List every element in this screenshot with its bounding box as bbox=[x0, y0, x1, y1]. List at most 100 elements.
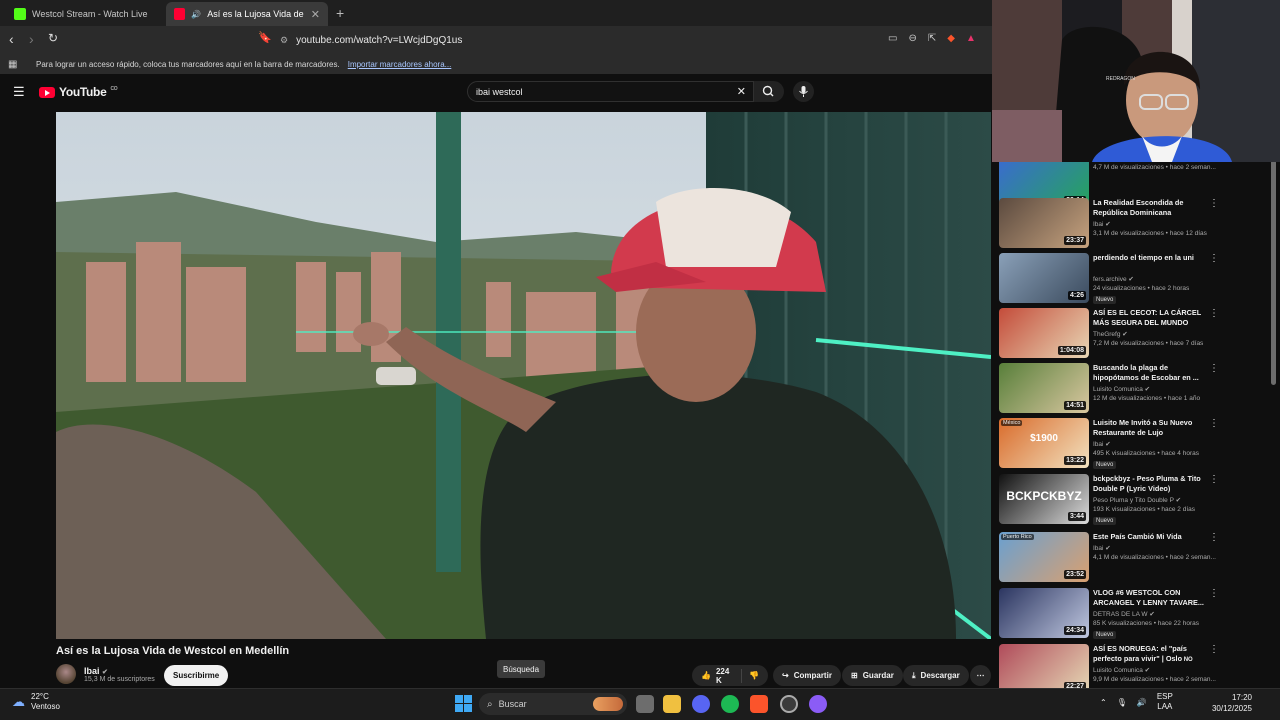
video-thumbnail[interactable]: 22:27 bbox=[999, 644, 1089, 688]
video-thumbnail[interactable]: BCKPCKBYZ 3:44 bbox=[999, 474, 1089, 524]
video-thumbnail[interactable]: 14:51 bbox=[999, 363, 1089, 413]
cast-icon[interactable]: ▭ bbox=[888, 33, 897, 44]
weather-widget[interactable]: ☁ 22°C Ventoso bbox=[12, 692, 60, 712]
video-thumbnail[interactable]: 24:34 bbox=[999, 588, 1089, 638]
more-actions-button[interactable]: ⋯ bbox=[970, 665, 991, 686]
more-options-icon[interactable]: ⋮ bbox=[1209, 588, 1219, 599]
video-thumbnail[interactable]: 4:26 bbox=[999, 253, 1089, 303]
spotify-icon[interactable] bbox=[721, 695, 739, 713]
channel-name[interactable]: Peso Pluma y Tito Double P ✔ bbox=[1093, 496, 1181, 504]
more-options-icon[interactable]: ⋮ bbox=[1209, 418, 1219, 429]
video-title[interactable]: ASÍ ES EL CECOT: LA CÁRCEL MÁS SEGURA DE… bbox=[1093, 308, 1211, 328]
channel-avatar[interactable] bbox=[56, 664, 76, 684]
video-player[interactable] bbox=[56, 112, 991, 639]
video-title[interactable]: bckpckbyz - Peso Pluma & Tito Double P (… bbox=[1093, 474, 1211, 494]
task-view-icon[interactable] bbox=[636, 695, 654, 713]
brave-browser-icon[interactable] bbox=[750, 695, 768, 713]
recommendation-card[interactable]: 4:26 perdiendo el tiempo en la uni ⋮ fers.a… bbox=[999, 253, 1274, 304]
more-options-icon[interactable]: ⋮ bbox=[1209, 532, 1219, 543]
channel-name[interactable]: fers.archive ✔ bbox=[1093, 275, 1134, 283]
like-count[interactable]: 224 K bbox=[716, 667, 734, 685]
voice-search-button[interactable] bbox=[793, 81, 814, 102]
download-button[interactable]: ⤓ Descargar bbox=[903, 665, 969, 686]
youtube-logo[interactable]: YouTube CO bbox=[39, 85, 118, 99]
tab-youtube-video[interactable]: 🔊 Así es la Lujosa Vida de Westcol ✕ bbox=[166, 2, 328, 26]
brave-shield-icon[interactable]: ◆ bbox=[947, 33, 955, 44]
recommendation-card[interactable]: BCKPCKBYZ 3:44 bckpckbyz - Peso Pluma & Ti… bbox=[999, 474, 1274, 525]
video-thumbnail[interactable]: 1:04:08 bbox=[999, 308, 1089, 358]
tray-overflow-icon[interactable]: ⌃ bbox=[1100, 698, 1107, 707]
recommendation-card[interactable]: 22:27 ASÍ ES NORUEGA: el "país perfecto p… bbox=[999, 644, 1274, 688]
recommendation-card[interactable]: Puerto Rico 23:52 Este País Cambió Mi Vida… bbox=[999, 532, 1274, 582]
apps-grid-icon[interactable]: ▦ bbox=[8, 59, 28, 70]
bookmarks-bar: ▦ Para lograr un acceso rápido, coloca t… bbox=[0, 54, 992, 74]
clear-search-icon[interactable]: ✕ bbox=[737, 85, 746, 98]
recommendation-card[interactable]: 14:51 Buscando la plaga de hipopótamos de… bbox=[999, 363, 1274, 413]
save-button[interactable]: ⊞ Guardar bbox=[842, 665, 903, 686]
video-title[interactable]: VLOG #6 WESTCOL CON ARCANGEL Y LENNY TAV… bbox=[1093, 588, 1211, 608]
share-icon[interactable]: ⇱ bbox=[928, 33, 936, 44]
more-options-icon[interactable]: ⋮ bbox=[1209, 253, 1219, 264]
dislike-icon[interactable]: 👎 bbox=[749, 671, 759, 680]
video-thumbnail[interactable]: Puerto Rico 23:52 bbox=[999, 532, 1089, 582]
new-tab-button[interactable]: + bbox=[336, 5, 344, 21]
obs-icon[interactable] bbox=[780, 695, 798, 713]
volume-tray-icon[interactable]: 🔊 bbox=[1137, 698, 1147, 707]
channel-name[interactable]: Ibai ✔ bbox=[1093, 544, 1111, 552]
recommendation-card[interactable]: 23:37 La Realidad Escondida de República … bbox=[999, 198, 1274, 248]
video-title[interactable]: ASÍ ES NORUEGA: el "país perfecto para v… bbox=[1093, 644, 1211, 665]
search-button[interactable] bbox=[754, 81, 784, 102]
channel-name[interactable]: Ibai ✔ bbox=[1093, 220, 1111, 228]
address-bar[interactable]: ⚙ youtube.com/watch?v=LWcjdDgQ1us bbox=[280, 30, 980, 50]
file-explorer-icon[interactable] bbox=[663, 695, 681, 713]
discord-icon[interactable] bbox=[692, 695, 710, 713]
subscribe-button[interactable]: Suscribirme bbox=[164, 665, 229, 686]
video-title[interactable]: Luisito Me Invitó a Su Nuevo Restaurante… bbox=[1093, 418, 1211, 438]
recommendation-card[interactable]: 24:34 VLOG #6 WESTCOL CON ARCANGEL Y LENN… bbox=[999, 588, 1274, 639]
reload-icon[interactable]: ↻ bbox=[48, 31, 58, 45]
more-options-icon[interactable]: ⋮ bbox=[1209, 474, 1219, 485]
download-icon: ⤓ bbox=[912, 670, 916, 680]
rewards-icon[interactable]: ▲ bbox=[966, 33, 976, 44]
more-options-icon[interactable]: ⋮ bbox=[1209, 198, 1219, 209]
video-title[interactable]: Este País Cambió Mi Vida bbox=[1093, 532, 1211, 542]
channel-name[interactable]: DETRAS DE LA W ✔ bbox=[1093, 610, 1155, 618]
taskbar-search[interactable]: ⌕ Buscar bbox=[479, 693, 627, 715]
channel-name[interactable]: TheGrefg ✔ bbox=[1093, 330, 1128, 338]
recommendation-card[interactable]: $1900 México 13:22 Luisito Me Invitó a Su N… bbox=[999, 418, 1274, 469]
system-tray: ⌃ 🎙 🔊 ESP LAA bbox=[1100, 692, 1173, 712]
search-input[interactable]: ibai westcol ✕ bbox=[467, 81, 754, 102]
zoom-icon[interactable]: ⊖ bbox=[908, 33, 916, 44]
mic-tray-icon[interactable]: 🎙 bbox=[1117, 698, 1127, 707]
video-thumbnail[interactable]: $1900 México 13:22 bbox=[999, 418, 1089, 468]
more-options-icon[interactable]: ⋮ bbox=[1209, 363, 1219, 374]
video-title[interactable]: perdiendo el tiempo en la uni bbox=[1093, 253, 1211, 263]
import-bookmarks-link[interactable]: Importar marcadores ahora... bbox=[348, 60, 452, 69]
recommendation-card[interactable]: 1:04:08 ASÍ ES EL CECOT: LA CÁRCEL MÁS SE… bbox=[999, 308, 1274, 358]
back-icon[interactable]: ‹ bbox=[9, 31, 14, 47]
site-info-icon[interactable]: ⚙ bbox=[280, 35, 288, 46]
channel-name[interactable]: Luisito Comunica ✔ bbox=[1093, 385, 1150, 393]
more-options-icon[interactable]: ⋮ bbox=[1209, 308, 1219, 319]
taskbar-clock[interactable]: 17:20 30/12/2025 bbox=[1208, 692, 1252, 714]
like-icon[interactable]: 👍 bbox=[701, 671, 711, 680]
channel-name[interactable]: Luisito Comunica ✔ bbox=[1093, 666, 1150, 674]
close-tab-icon[interactable]: ✕ bbox=[311, 8, 320, 21]
toolbar-actions: ▭ ⊖ ⇱ ◆ ▲ bbox=[888, 33, 976, 44]
tab-westcol-stream[interactable]: Westcol Stream - Watch Live on K bbox=[6, 2, 164, 26]
video-title[interactable]: Buscando la plaga de hipopótamos de Esco… bbox=[1093, 363, 1211, 383]
video-title[interactable]: La Realidad Escondida de República Domin… bbox=[1093, 198, 1211, 218]
weather-desc: Ventoso bbox=[31, 702, 60, 711]
forward-icon[interactable]: › bbox=[29, 31, 34, 47]
video-thumbnail[interactable]: 23:37 bbox=[999, 198, 1089, 248]
bookmark-icon[interactable]: 🔖 bbox=[258, 31, 272, 44]
channel-name[interactable]: Ibai bbox=[84, 666, 100, 676]
language-indicator[interactable]: ESP LAA bbox=[1157, 692, 1173, 712]
menu-icon[interactable]: ☰ bbox=[13, 84, 25, 100]
start-button[interactable] bbox=[455, 695, 472, 712]
more-options-icon[interactable]: ⋮ bbox=[1209, 644, 1219, 655]
channel-name[interactable]: Ibai ✔ bbox=[1093, 440, 1111, 448]
share-button[interactable]: ↪ Compartir bbox=[773, 665, 841, 686]
app-icon[interactable] bbox=[809, 695, 827, 713]
sidebar-scrollbar[interactable] bbox=[1271, 160, 1276, 385]
